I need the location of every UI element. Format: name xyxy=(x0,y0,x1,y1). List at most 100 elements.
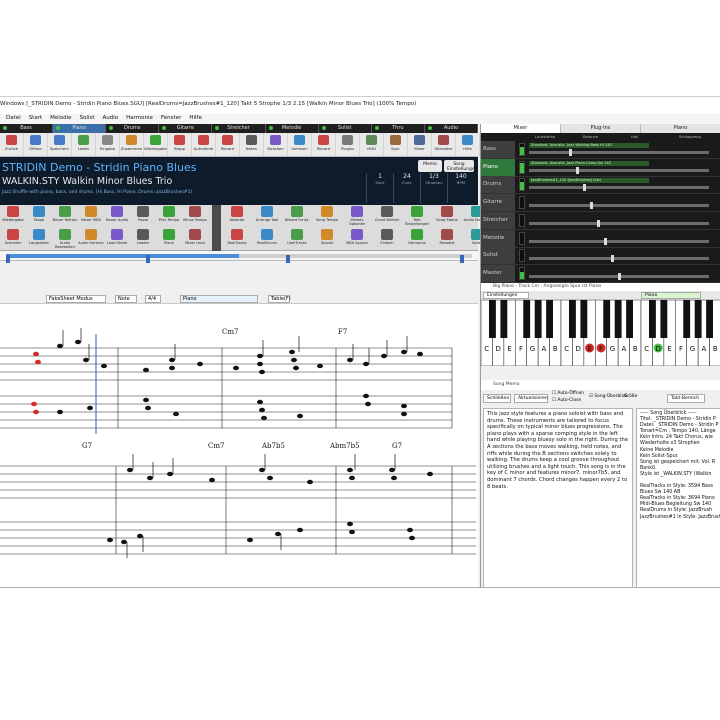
toolbar-button[interactable]: Plugins xyxy=(336,133,360,156)
volume-slider[interactable] xyxy=(529,219,709,227)
toolbar-button[interactable]: Audio Harmon xyxy=(78,228,104,251)
track-tab[interactable]: Drums xyxy=(106,124,160,133)
piano-track-select[interactable]: Piano xyxy=(641,292,701,299)
slider-knob[interactable] xyxy=(618,272,621,280)
slider-knob[interactable] xyxy=(597,219,600,227)
mixer-track-name[interactable]: Solist xyxy=(481,247,515,265)
piano-black-key[interactable] xyxy=(489,300,496,338)
menu-item[interactable]: Solist xyxy=(76,114,99,124)
track-tab[interactable]: Audio xyxy=(425,124,478,133)
toolbar-button[interactable]: Soloist xyxy=(312,228,342,251)
toolbar-button[interactable]: Einfach xyxy=(372,228,402,251)
auto-close-check[interactable]: ☐ Auto-Close xyxy=(552,398,581,403)
track-tab[interactable]: Piano xyxy=(53,124,107,133)
song-settings-button[interactable]: Song Einstellungen xyxy=(444,160,478,172)
progress-track[interactable] xyxy=(6,254,472,263)
volume-slider[interactable] xyxy=(529,272,709,280)
toolbar-button[interactable]: MIDI xyxy=(360,133,384,156)
piano-black-key[interactable] xyxy=(580,300,588,338)
piano-settings-button[interactable]: Einstellungen xyxy=(483,292,529,299)
toolbar-button[interactable]: Lead Sheet xyxy=(104,228,130,251)
mixer-row[interactable]: Streicher xyxy=(481,211,720,230)
toolbar-button[interactable]: Vorlesen xyxy=(288,133,312,156)
track-tab[interactable]: Gitarre xyxy=(159,124,213,133)
track-tab[interactable]: Solist xyxy=(319,124,372,133)
menu-item[interactable]: Harmonie xyxy=(122,114,157,124)
mixer-row[interactable]: Piano Standard, Acoustic, Jazz Piano Comp… xyxy=(481,158,720,177)
mixer-row[interactable]: Drums JazzBrushes#1_120 [JazzBrushes] (Sw… xyxy=(481,176,720,195)
toolbar-button[interactable]: Speichern xyxy=(48,133,72,156)
toolbar-button[interactable]: Neuer Refrain xyxy=(52,205,78,228)
slider-knob[interactable] xyxy=(590,202,593,210)
mixer-row[interactable]: Master xyxy=(481,264,720,283)
song-overview-check[interactable]: ☑ Song-Überblick xyxy=(589,394,628,399)
menu-item[interactable]: Start xyxy=(25,114,46,124)
mixer-track-name[interactable]: Piano xyxy=(481,158,515,176)
toolbar-button[interactable]: RealDrums xyxy=(252,228,282,251)
song-progress[interactable] xyxy=(0,251,478,263)
toolbar-button[interactable]: Arrange Tool xyxy=(252,205,282,228)
bars-range-button[interactable]: Takt-Bereich xyxy=(667,394,705,403)
piano-black-key[interactable] xyxy=(603,300,611,338)
time-signature[interactable]: 4/4 xyxy=(145,295,161,303)
toolbar-button[interactable]: Takt Einstellungen xyxy=(402,205,432,228)
memo-text[interactable]: This jazz style features a piano soloist… xyxy=(483,408,633,587)
slider-knob[interactable] xyxy=(611,255,614,263)
menu-item[interactable]: Fenster xyxy=(157,114,185,124)
menu-item[interactable]: Hilfe xyxy=(185,114,206,124)
volume-slider[interactable] xyxy=(529,149,709,156)
toolbar-button[interactable]: Song Tempo xyxy=(312,205,342,228)
toolbar-button[interactable]: Stilmaker xyxy=(432,133,456,156)
mixer-track-name[interactable]: Drums xyxy=(481,176,515,194)
toolbar-button[interactable]: Zusammen xyxy=(120,133,144,156)
toolbar-button[interactable]: Melody Optionen xyxy=(342,205,372,228)
toolbar-button[interactable]: Aufnahme xyxy=(192,133,216,156)
piano-black-key[interactable] xyxy=(706,300,713,338)
mixer-track-name[interactable]: Gitarre xyxy=(481,194,515,212)
toolbar-button[interactable]: Eingabe xyxy=(96,133,120,156)
mixer-track-name[interactable]: Master xyxy=(481,264,515,282)
track-tab[interactable]: Melodie xyxy=(266,124,319,133)
piano-black-key[interactable] xyxy=(649,300,656,338)
volume-slider[interactable] xyxy=(529,255,709,263)
toolbar-button[interactable]: Chord Builder xyxy=(372,205,402,228)
track-tab[interactable]: Thru xyxy=(372,124,425,133)
right-tab[interactable]: Plug-Ins xyxy=(561,124,641,133)
toolbar-button[interactable]: Mixer xyxy=(408,133,432,156)
toolbar-button[interactable]: Stopp xyxy=(26,205,52,228)
mixer-track-name[interactable]: Bass xyxy=(481,141,515,158)
toolbar-button[interactable]: Melodist xyxy=(432,228,462,251)
toolbar-button[interactable]: Noten xyxy=(240,133,264,156)
toolbar-button[interactable]: Akkorde xyxy=(222,205,252,228)
toolbar-button[interactable]: Audio Bearbeiten xyxy=(52,228,78,251)
toolbar-button[interactable]: Mixer Lead xyxy=(182,228,208,251)
toolbar-button[interactable]: Stopp xyxy=(168,133,192,156)
piano-black-key[interactable] xyxy=(546,300,553,338)
right-tab[interactable]: Mixer xyxy=(481,124,561,133)
toolbar-button[interactable]: RealTracks xyxy=(222,228,252,251)
volume-slider[interactable] xyxy=(529,166,709,174)
toolbar-button[interactable]: Plus Tempo xyxy=(156,205,182,228)
slider-knob[interactable] xyxy=(569,149,572,156)
toolbar-button[interactable]: Laden xyxy=(72,133,96,156)
piano-black-key[interactable] xyxy=(660,300,668,338)
toolbar-button[interactable]: Hilfe xyxy=(456,133,480,156)
style-name[interactable]: WALKIN.STY Walkin Minor Blues Trio xyxy=(2,176,172,187)
toolbar-button[interactable]: Strecken xyxy=(264,133,288,156)
toolbar-button[interactable]: Akkord Funkt. xyxy=(282,205,312,228)
right-tab[interactable]: Piano xyxy=(641,124,720,133)
track-tab[interactable]: Bass xyxy=(0,124,54,133)
toolbar-button[interactable]: Neuer MIDI xyxy=(78,205,104,228)
piano-black-key[interactable] xyxy=(569,300,576,338)
piano-black-key[interactable] xyxy=(614,300,622,338)
table-button[interactable]: Table(F) xyxy=(268,295,291,303)
mixer-row[interactable]: Solist xyxy=(481,247,720,266)
toolbar-button[interactable]: Record xyxy=(216,133,240,156)
piano-black-key[interactable] xyxy=(694,300,702,338)
notation-track-select[interactable]: Piano xyxy=(180,295,258,303)
toolbar-button[interactable]: Pause xyxy=(130,205,156,228)
piano-black-key[interactable] xyxy=(683,300,691,338)
toolbar-button[interactable]: Harmonie xyxy=(402,228,432,251)
toolbar-button[interactable]: Record xyxy=(312,133,336,156)
notation-mode-select[interactable]: FakeSheet Modus xyxy=(46,295,106,303)
